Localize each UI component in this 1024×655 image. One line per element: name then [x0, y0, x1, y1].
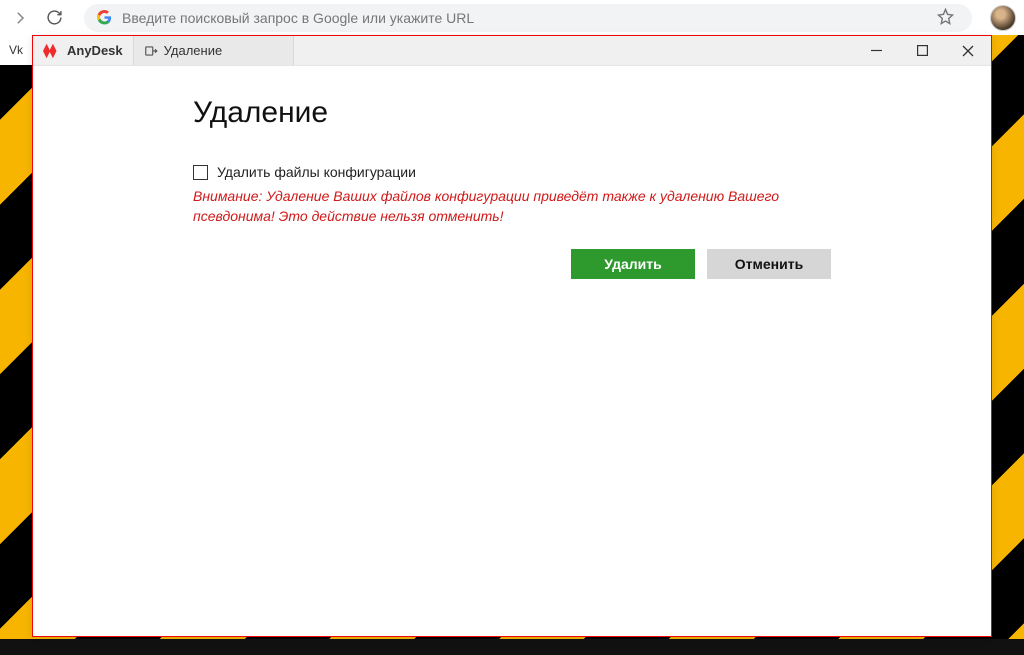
app-name-label: AnyDesk — [67, 43, 123, 58]
omnibox-placeholder: Введите поисковый запрос в Google или ук… — [122, 10, 474, 26]
close-button[interactable] — [945, 36, 991, 66]
delete-config-checkbox-row[interactable]: Удалить файлы конфигурации — [193, 164, 991, 180]
delete-button[interactable]: Удалить — [571, 249, 695, 279]
tab-uninstall[interactable]: Удаление — [134, 36, 294, 65]
tab-title-label: Удаление — [164, 43, 223, 58]
bookmark-star-icon[interactable] — [931, 8, 960, 28]
bookmark-item-vk[interactable]: Vk — [0, 35, 32, 65]
google-icon — [96, 10, 112, 26]
dialog-content: Удаление Удалить файлы конфигурации Вним… — [33, 66, 991, 279]
cancel-button[interactable]: Отменить — [707, 249, 831, 279]
anydesk-logo-icon — [43, 42, 61, 60]
address-bar[interactable]: Введите поисковый запрос в Google или ук… — [84, 4, 972, 32]
checkbox-label: Удалить файлы конфигурации — [217, 164, 416, 180]
checkbox-icon[interactable] — [193, 165, 208, 180]
dialog-button-row: Удалить Отменить — [571, 249, 991, 279]
page-title: Удаление — [193, 96, 991, 130]
forward-button[interactable] — [8, 6, 32, 30]
warning-text: Внимание: Удаление Ваших файлов конфигур… — [193, 186, 783, 227]
window-titlebar[interactable]: AnyDesk Удаление — [33, 36, 991, 66]
minimize-button[interactable] — [853, 36, 899, 66]
window-controls — [853, 36, 991, 65]
profile-avatar[interactable] — [990, 5, 1016, 31]
maximize-button[interactable] — [899, 36, 945, 66]
tab-export-icon — [144, 44, 158, 58]
anydesk-window: AnyDesk Удаление Удаление — [32, 35, 992, 637]
reload-button[interactable] — [42, 6, 66, 30]
browser-toolbar: Введите поисковый запрос в Google или ук… — [0, 0, 1024, 35]
app-tab[interactable]: AnyDesk — [33, 36, 134, 65]
